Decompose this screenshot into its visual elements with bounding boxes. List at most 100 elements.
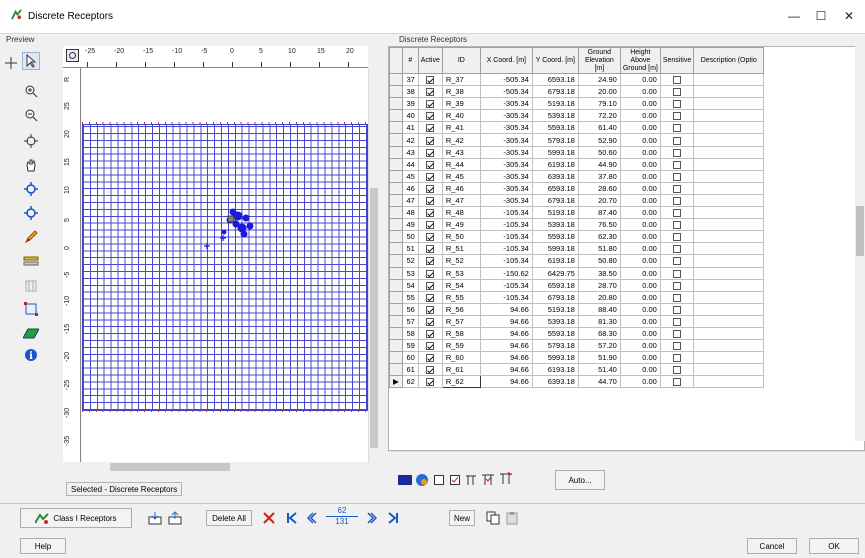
info-icon[interactable]: i (22, 346, 40, 364)
table-row[interactable]: 50 R_50 -105.34 5593.18 62.30 0.00 (389, 230, 765, 244)
sensitive-checkbox[interactable] (673, 378, 682, 387)
elevation-cell[interactable]: 28.70 (577, 278, 621, 292)
height-cell[interactable]: 0.00 (619, 326, 661, 341)
active-cell[interactable] (417, 375, 443, 389)
help-button[interactable]: Help (20, 538, 66, 554)
pan-hand-icon[interactable] (22, 156, 40, 174)
y-coord-cell[interactable]: 5993.18 (531, 242, 579, 256)
y-coord-cell[interactable]: 6793.18 (531, 193, 579, 208)
height-cell[interactable]: 0.00 (619, 145, 661, 159)
id-cell[interactable]: R_62 (441, 375, 481, 389)
sensitive-checkbox[interactable] (673, 76, 682, 85)
terrain-icon[interactable] (22, 324, 40, 342)
y-coord-cell[interactable]: 6193.18 (531, 254, 579, 268)
height-cell[interactable]: 0.00 (619, 97, 661, 111)
table-row[interactable]: ▶ 62 R_62 94.66 6393.18 44.70 0.00 (389, 375, 765, 389)
column-header[interactable]: Ground Elevation [m] (577, 47, 621, 74)
row-selector[interactable] (389, 145, 403, 159)
active-checkbox[interactable] (426, 88, 435, 97)
x-coord-cell[interactable]: -305.34 (479, 97, 533, 111)
row-selector[interactable] (389, 121, 403, 135)
preview-canvas[interactable] (82, 68, 368, 462)
x-coord-cell[interactable]: -305.34 (479, 145, 533, 159)
height-cell[interactable]: 0.00 (619, 290, 661, 304)
x-coord-cell[interactable]: -150.62 (479, 266, 533, 280)
elevation-cell[interactable]: 38.50 (577, 266, 621, 280)
y-coord-cell[interactable]: 5593.18 (531, 326, 579, 341)
active-cell[interactable] (417, 97, 443, 111)
maximize-button[interactable]: ☐ (807, 6, 835, 26)
height-cell[interactable]: 0.00 (619, 181, 661, 195)
id-cell[interactable]: R_48 (441, 206, 481, 220)
sensitive-checkbox[interactable] (673, 124, 682, 133)
active-checkbox[interactable] (426, 148, 435, 157)
y-coord-cell[interactable]: 5393.18 (531, 109, 579, 123)
checkbox-all-icon[interactable] (447, 472, 463, 488)
description-cell[interactable] (693, 375, 765, 389)
y-coord-cell[interactable]: 6393.18 (531, 169, 579, 183)
active-checkbox[interactable] (426, 209, 435, 218)
description-cell[interactable] (693, 72, 765, 87)
table-row[interactable]: 60 R_60 94.66 5993.18 51.90 0.00 (389, 351, 765, 365)
table-row[interactable]: 57 R_57 94.66 5393.18 81.30 0.00 (389, 314, 765, 328)
active-cell[interactable] (417, 145, 443, 159)
sensitive-checkbox[interactable] (673, 184, 682, 193)
height-cell[interactable]: 0.00 (619, 133, 661, 147)
sensitive-checkbox[interactable] (673, 245, 682, 254)
row-selector[interactable] (389, 181, 403, 195)
column-header[interactable]: Description (Optio (693, 47, 765, 74)
y-coord-cell[interactable]: 6429.75 (531, 266, 579, 280)
sensitive-cell[interactable] (659, 339, 695, 353)
elevation-cell[interactable]: 20.70 (577, 193, 621, 208)
description-cell[interactable] (693, 121, 765, 135)
sensitive-cell[interactable] (659, 351, 695, 365)
x-coord-cell[interactable]: -105.34 (479, 290, 533, 304)
sensitive-cell[interactable] (659, 97, 695, 111)
sensitive-checkbox[interactable] (673, 281, 682, 290)
active-cell[interactable] (417, 206, 443, 220)
sensitive-cell[interactable] (659, 314, 695, 328)
active-checkbox[interactable] (426, 293, 435, 302)
y-coord-cell[interactable]: 5793.18 (531, 339, 579, 353)
active-checkbox[interactable] (426, 160, 435, 169)
x-coord-cell[interactable]: -505.34 (479, 85, 533, 99)
row-selector[interactable] (389, 314, 403, 328)
elevation-cell[interactable]: 62.30 (577, 230, 621, 244)
sensitive-cell[interactable] (659, 181, 695, 195)
active-cell[interactable] (417, 133, 443, 147)
table-row[interactable]: 59 R_59 94.66 5793.18 57.20 0.00 (389, 339, 765, 353)
zoom-in-icon[interactable] (22, 82, 40, 100)
description-cell[interactable] (693, 339, 765, 353)
sensitive-cell[interactable] (659, 242, 695, 256)
column-options-icon[interactable] (498, 470, 514, 486)
active-checkbox[interactable] (426, 354, 435, 363)
row-selector[interactable] (389, 218, 403, 232)
x-coord-cell[interactable]: 94.66 (479, 351, 533, 365)
auto-button[interactable]: Auto... (555, 470, 605, 490)
id-cell[interactable]: R_44 (441, 157, 481, 171)
x-coord-cell[interactable]: 94.66 (479, 314, 533, 328)
move-node-icon[interactable] (22, 180, 40, 198)
active-cell[interactable] (417, 157, 443, 171)
x-coord-cell[interactable]: 94.66 (479, 326, 533, 341)
active-cell[interactable] (417, 302, 443, 316)
active-checkbox[interactable] (426, 76, 435, 85)
row-selector[interactable] (389, 351, 403, 365)
grid-toggle-icon[interactable] (66, 49, 80, 63)
sensitive-cell[interactable] (659, 109, 695, 123)
height-cell[interactable]: 0.00 (619, 193, 661, 208)
height-cell[interactable]: 0.00 (619, 254, 661, 268)
id-cell[interactable]: R_51 (441, 242, 481, 256)
preview-vertical-scrollbar[interactable] (368, 68, 378, 462)
sensitive-cell[interactable] (659, 72, 695, 87)
y-coord-cell[interactable]: 6593.18 (531, 278, 579, 292)
height-cell[interactable]: 0.00 (619, 314, 661, 328)
description-cell[interactable] (693, 351, 765, 365)
description-cell[interactable] (693, 314, 765, 328)
id-cell[interactable]: R_56 (441, 302, 481, 316)
row-selector[interactable] (389, 302, 403, 316)
description-cell[interactable] (693, 181, 765, 195)
elevation-cell[interactable]: 68.30 (577, 326, 621, 341)
height-cell[interactable]: 0.00 (619, 375, 661, 389)
elevation-cell[interactable]: 57.20 (577, 339, 621, 353)
